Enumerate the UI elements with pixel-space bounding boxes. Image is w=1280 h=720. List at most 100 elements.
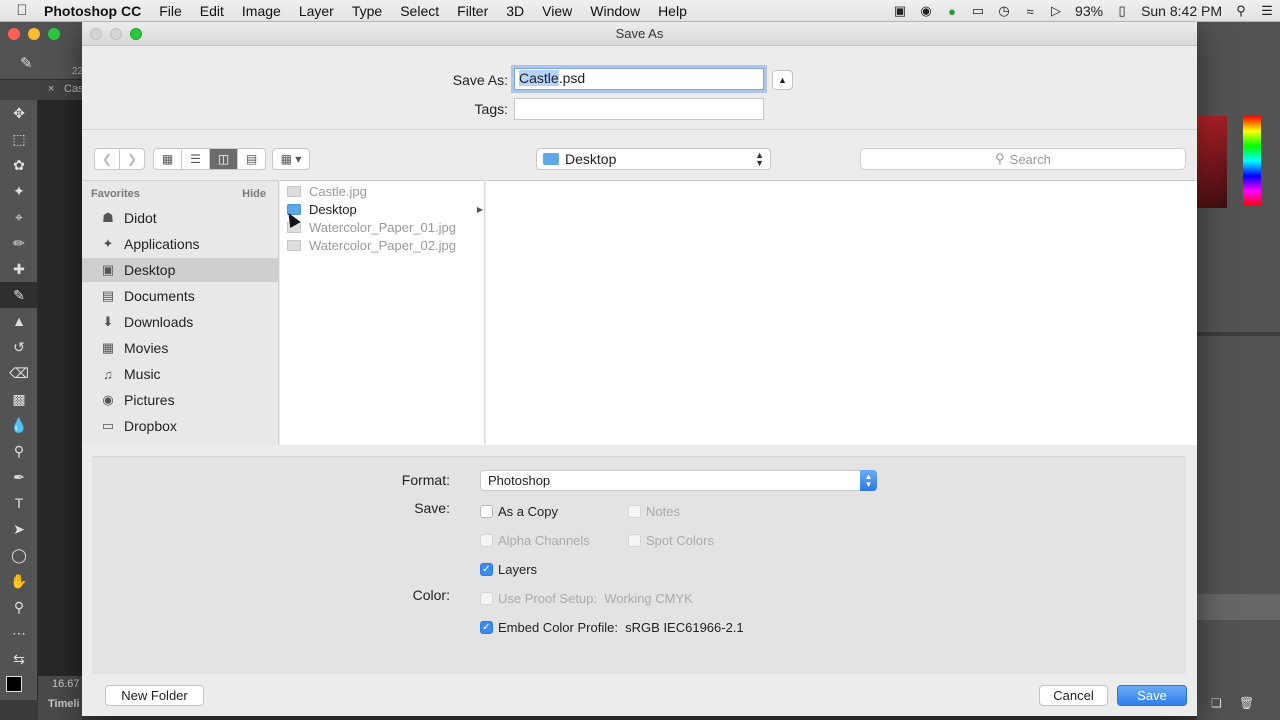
dialog-minimize-button[interactable]	[110, 28, 122, 40]
sync-icon[interactable]: ●	[939, 0, 965, 22]
hue-slider[interactable]	[1243, 116, 1261, 206]
color-swatches[interactable]	[0, 672, 37, 702]
icon-view-button[interactable]: ▦	[153, 148, 182, 170]
sidebar-hide-button[interactable]: Hide	[242, 188, 266, 200]
as-a-copy-checkbox[interactable]: As a Copy	[480, 504, 558, 519]
pen-tool-icon[interactable]: ✒	[0, 464, 38, 490]
menu-filter[interactable]: Filter	[448, 3, 497, 19]
eraser-tool-icon[interactable]: ⌫	[0, 360, 38, 386]
sidebar-item-music[interactable]: ♫ Music	[82, 362, 279, 386]
menu-3d[interactable]: 3D	[497, 3, 533, 19]
new-folder-button[interactable]: New Folder	[105, 685, 204, 706]
close-tab-icon[interactable]: ×	[48, 83, 54, 95]
sidebar-item-dropbox[interactable]: ▭ Dropbox	[82, 414, 279, 438]
menu-layer[interactable]: Layer	[290, 3, 343, 19]
new-layer-icon[interactable]: ❏	[1211, 696, 1222, 710]
file-item[interactable]: Castle.jpg	[280, 182, 485, 200]
menu-type[interactable]: Type	[343, 3, 391, 19]
brush-tool-icon[interactable]: ✎	[0, 282, 38, 308]
sidebar-item-desktop[interactable]: ▣ Desktop	[82, 258, 279, 282]
move-tool-icon[interactable]: ✥	[0, 100, 38, 126]
more-tools-icon[interactable]: ⋯	[0, 620, 38, 646]
lasso-tool-icon[interactable]: ✿	[0, 152, 38, 178]
menu-app-name[interactable]: Photoshop CC	[44, 3, 150, 19]
list-view-button[interactable]: ☰	[181, 148, 210, 170]
cover-flow-button[interactable]: ▤	[237, 148, 266, 170]
ellipse-tool-icon[interactable]: ◯	[0, 542, 38, 568]
menu-select[interactable]: Select	[391, 3, 448, 19]
file-item[interactable]: Watercolor_Paper_01.jpg	[280, 218, 485, 236]
save-button[interactable]: Save	[1117, 685, 1187, 706]
stamp-tool-icon[interactable]: ▲	[0, 308, 38, 334]
type-tool-icon[interactable]: T	[0, 490, 38, 516]
file-item[interactable]: Watercolor_Paper_02.jpg	[280, 236, 485, 254]
crop-tool-icon[interactable]: ⌖	[0, 204, 38, 230]
magic-wand-tool-icon[interactable]: ✦	[0, 178, 38, 204]
zoom-window-button[interactable]	[48, 28, 60, 40]
wifi-icon[interactable]: ≈	[1017, 0, 1043, 22]
spot-colors-checkbox[interactable]: Spot Colors	[628, 533, 714, 548]
embed-color-profile-checkbox[interactable]: ✓ Embed Color Profile: sRGB IEC61966-2.1	[480, 620, 744, 635]
creative-cloud-icon[interactable]: ◉	[913, 0, 939, 22]
healing-brush-tool-icon[interactable]: ✚	[0, 256, 38, 282]
battery-icon[interactable]: ▯	[1109, 0, 1135, 22]
time-machine-icon[interactable]: ◷	[991, 0, 1017, 22]
sidebar-item-applications[interactable]: ✦ Applications	[82, 232, 279, 256]
apple-menu-icon[interactable]: 	[0, 2, 44, 19]
menu-edit[interactable]: Edit	[191, 3, 233, 19]
dialog-close-button[interactable]	[90, 28, 102, 40]
arrange-button[interactable]: ▦ ▾	[272, 148, 310, 170]
collapse-dialog-button[interactable]: ▲	[772, 70, 793, 90]
foreground-color-swatch[interactable]	[6, 676, 22, 692]
close-window-button[interactable]	[8, 28, 20, 40]
blur-tool-icon[interactable]: 💧	[0, 412, 38, 438]
color-picker-panel[interactable]	[1197, 116, 1227, 208]
history-brush-tool-icon[interactable]: ↺	[0, 334, 38, 360]
delete-layer-icon[interactable]: 🗑	[1239, 696, 1254, 710]
sidebar-item-documents[interactable]: ▤ Documents	[82, 284, 279, 308]
airplay-icon[interactable]: ▭	[965, 0, 991, 22]
dodge-tool-icon[interactable]: ⚲	[0, 438, 38, 464]
layers-checkbox[interactable]: ✓ Layers	[480, 562, 537, 577]
menu-view[interactable]: View	[533, 3, 581, 19]
tags-input[interactable]	[514, 98, 764, 120]
brush-preset-icon[interactable]: ✎	[20, 54, 33, 72]
menu-file[interactable]: File	[150, 3, 191, 19]
zoom-tool-icon[interactable]: ⚲	[0, 594, 38, 620]
location-popup[interactable]: Desktop ▲ ▼	[536, 148, 771, 170]
path-selection-tool-icon[interactable]: ➤	[0, 516, 38, 542]
alpha-channels-checkbox[interactable]: Alpha Channels	[480, 533, 590, 548]
notes-checkbox[interactable]: Notes	[628, 504, 680, 519]
notification-center-icon[interactable]: ☰	[1254, 0, 1280, 22]
filename-input[interactable]: Castle.psd	[514, 68, 764, 90]
format-popup[interactable]: Photoshop ▲ ▼	[480, 470, 877, 491]
marquee-tool-icon[interactable]: ⬚	[0, 126, 38, 152]
menu-window[interactable]: Window	[581, 3, 649, 19]
search-input[interactable]: ⚲ Search	[860, 148, 1186, 170]
eyedropper-tool-icon[interactable]: ✏	[0, 230, 38, 256]
sidebar-item-didot[interactable]: ☗ Didot	[82, 206, 279, 230]
forward-button[interactable]: ❯	[119, 148, 145, 170]
minimize-window-button[interactable]	[28, 28, 40, 40]
folder-item[interactable]: Desktop ▶	[280, 200, 485, 218]
use-proof-setup-checkbox[interactable]: Use Proof Setup: Working CMYK	[480, 591, 693, 606]
menu-help[interactable]: Help	[649, 3, 696, 19]
clock[interactable]: Sun 8:42 PM	[1135, 3, 1228, 19]
swap-colors-icon[interactable]: ⇆	[0, 646, 38, 672]
volume-icon[interactable]: ▷	[1043, 0, 1069, 22]
sidebar-item-pictures[interactable]: ◉ Pictures	[82, 388, 279, 412]
sidebar-item-downloads[interactable]: ⬇ Downloads	[82, 310, 279, 334]
photoshop-doc-tab[interactable]: × Cas	[0, 80, 84, 100]
menu-image[interactable]: Image	[233, 3, 290, 19]
column-view-button[interactable]: ◫	[209, 148, 238, 170]
sidebar-item-movies[interactable]: ▦ Movies	[82, 336, 279, 360]
gradient-tool-icon[interactable]: ▩	[0, 386, 38, 412]
spotlight-icon[interactable]: ⚲	[1228, 0, 1254, 22]
cancel-button[interactable]: Cancel	[1039, 685, 1108, 706]
hand-tool-icon[interactable]: ✋	[0, 568, 38, 594]
timeline-tab[interactable]: Timeli	[48, 698, 80, 710]
dialog-zoom-button[interactable]	[130, 28, 142, 40]
screen-record-icon[interactable]: ▣	[887, 0, 913, 22]
battery-percent[interactable]: 93%	[1069, 3, 1109, 19]
back-button[interactable]: ❮	[94, 148, 120, 170]
